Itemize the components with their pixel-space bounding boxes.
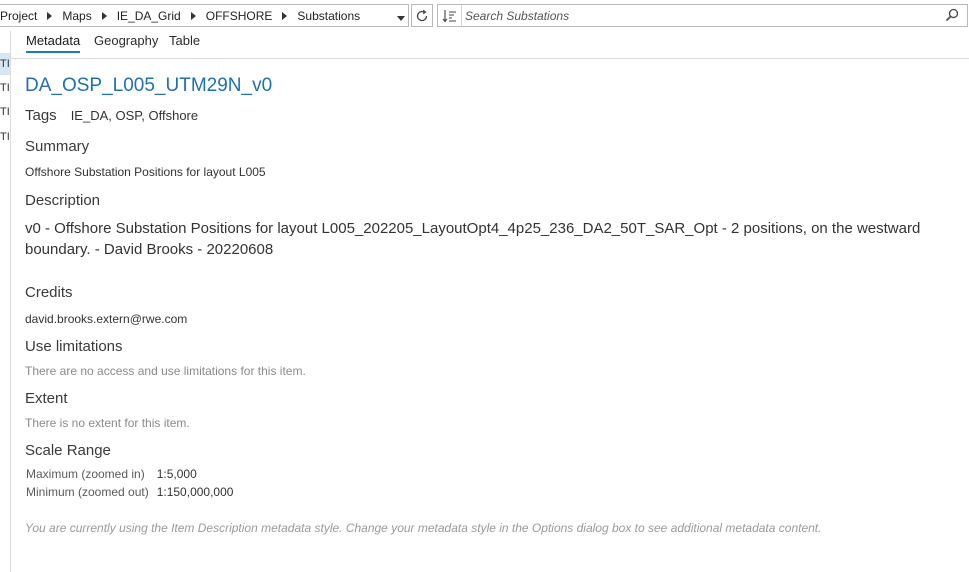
sort-icon <box>442 9 456 22</box>
breadcrumb-item-offshore[interactable]: OFFSHORE <box>200 9 279 23</box>
chevron-right-icon <box>282 11 288 20</box>
summary-heading: Summary <box>25 138 90 155</box>
page-title: DA_OSP_L005_UTM29N_v0 <box>25 75 273 96</box>
summary-text: Offshore Substation Positions for layout… <box>25 165 266 179</box>
scale-range-table: Maximum (zoomed in) 1:5,000 Minimum (zoo… <box>26 467 233 503</box>
list-item[interactable]: TI <box>0 101 10 123</box>
search-box <box>437 4 968 27</box>
sort-button[interactable] <box>438 5 462 26</box>
scale-range-heading: Scale Range <box>25 442 111 459</box>
chevron-right-icon <box>47 11 53 20</box>
metadata-style-note: You are currently using the Item Descrip… <box>25 521 822 535</box>
description-heading: Description <box>25 192 101 209</box>
description-text: v0 - Offshore Substation Positions for l… <box>25 220 921 258</box>
extent-text: There is no extent for this item. <box>25 416 190 430</box>
list-item[interactable]: TI <box>0 126 10 148</box>
table-row: Maximum (zoomed in) 1:5,000 <box>26 467 233 485</box>
chevron-down-icon[interactable] <box>397 16 405 21</box>
list-item[interactable]: TI <box>0 77 10 99</box>
chevron-right-icon <box>101 11 107 20</box>
search-icon[interactable] <box>945 8 959 22</box>
tags-label: Tags <box>25 107 57 124</box>
tab-geography[interactable]: Geography <box>94 33 158 51</box>
extent-heading: Extent <box>25 390 68 407</box>
scale-min-value: 1:150,000,000 <box>156 485 234 499</box>
tags-row: Tags IE_DA, OSP, Offshore <box>25 107 198 124</box>
credits-heading: Credits <box>25 284 73 301</box>
tab-table[interactable]: Table <box>169 33 200 51</box>
table-row: Minimum (zoomed out) 1:150,000,000 <box>26 485 233 503</box>
use-limitations-text: There are no access and use limitations … <box>25 364 306 378</box>
toolbar: Project Maps IE_DA_Grid OFFSHORE Substat… <box>0 0 969 31</box>
scale-min-label: Minimum (zoomed out) <box>26 485 149 499</box>
scale-max-label: Maximum (zoomed in) <box>26 467 145 481</box>
list-item[interactable]: TI <box>0 53 10 75</box>
breadcrumb[interactable]: Project Maps IE_DA_Grid OFFSHORE Substat… <box>0 4 409 27</box>
breadcrumb-item-substations[interactable]: Substations <box>291 9 366 23</box>
tab-metadata[interactable]: Metadata <box>26 33 81 53</box>
breadcrumb-item-ie-da-grid[interactable]: IE_DA_Grid <box>111 9 187 23</box>
scale-max-value: 1:5,000 <box>156 467 197 481</box>
tags-value: IE_DA, OSP, Offshore <box>70 108 199 123</box>
use-limitations-heading: Use limitations <box>25 338 123 355</box>
refresh-icon <box>416 9 428 21</box>
chevron-right-icon <box>190 11 196 20</box>
credits-text: david.brooks.extern@rwe.com <box>25 312 188 326</box>
breadcrumb-item-project[interactable]: Project <box>0 9 43 23</box>
search-input[interactable] <box>465 7 935 24</box>
view-tabs: Metadata Geography Table <box>11 31 969 59</box>
breadcrumb-item-maps[interactable]: Maps <box>56 9 97 23</box>
refresh-button[interactable] <box>411 4 433 27</box>
catalog-list: TI TI TI TI <box>0 31 11 572</box>
